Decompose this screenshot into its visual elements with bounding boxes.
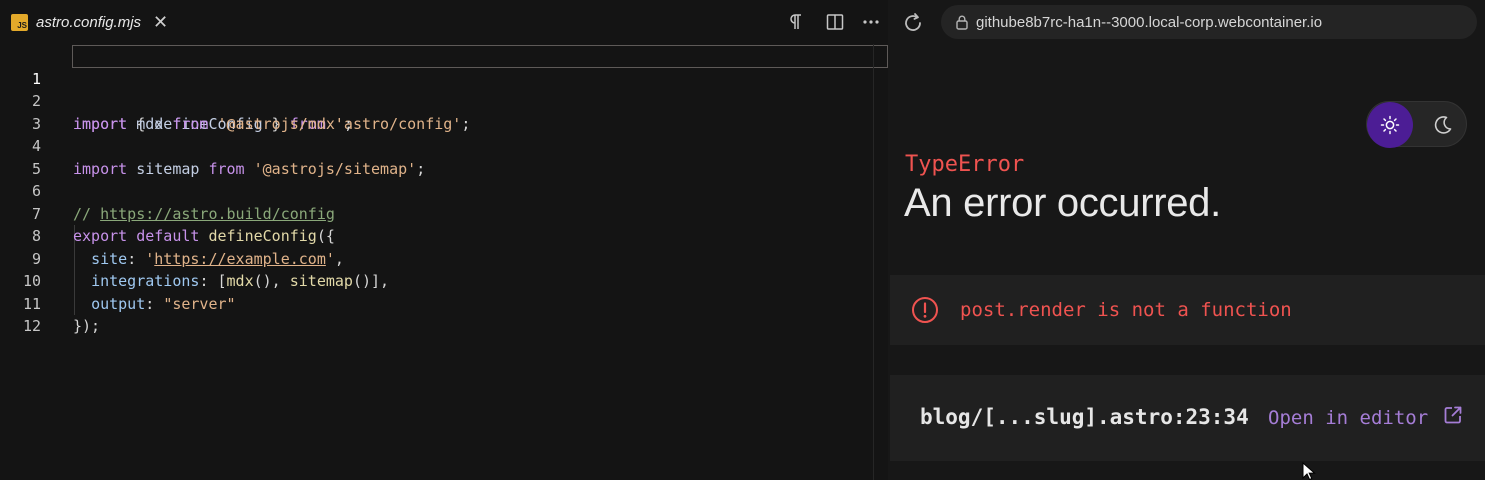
reload-icon[interactable] [901,11,925,35]
open-in-editor-link[interactable]: Open in editor [1268,407,1428,429]
error-location: blog/[...slug].astro:23:34 [920,405,1249,429]
tab-title: astro.config.mjs [36,13,142,31]
code-editor: JS astro.config.mjs ✕ 1 import { defineC… [0,0,888,480]
javascript-file-icon: JS [11,13,28,31]
code-line[interactable]: 9 integrations: [mdx(), sitemap()], [0,225,888,291]
code-line[interactable]: 2 import mdx from '@astrojs/mdx'; [0,68,888,133]
code-line[interactable]: 11 }); [0,270,888,336]
code-line[interactable]: 10 output: "server" [0,248,888,313]
code-line[interactable]: 6 // https://astro.build/config [0,158,888,223]
lock-icon [954,14,970,30]
code-token: }); [73,317,101,335]
paragraph-icon[interactable] [784,11,806,33]
current-line-highlight [72,45,888,68]
code-line[interactable]: 1 import { defineConfig } from 'astro/co… [0,45,888,133]
error-location-box: blog/[...slug].astro:23:34 Open in edito… [890,375,1485,461]
address-url[interactable]: githube8b7rc-ha1n--3000.local-corp.webco… [976,14,1322,31]
sun-icon[interactable] [1367,102,1413,148]
code-line[interactable]: 4 import sitemap from '@astrojs/sitemap'… [0,113,888,178]
code-line[interactable]: 5 [0,135,888,178]
editor-tab-bar: JS astro.config.mjs ✕ [0,0,888,44]
error-message-box: post.render is not a function [890,275,1485,345]
tab-astro-config[interactable]: JS astro.config.mjs ✕ [0,0,180,44]
close-icon[interactable]: ✕ [153,13,168,31]
error-title: An error occurred. [904,181,1221,225]
code-line[interactable]: 7 export default defineConfig({ [0,180,888,246]
error-circle-icon [911,296,939,324]
line-number: 12 [22,317,41,335]
code-line[interactable]: 8 site: 'https://example.com', [0,203,888,268]
error-message: post.render is not a function [960,299,1292,321]
more-icon[interactable] [860,11,882,33]
code-line[interactable]: 12 [0,293,888,335]
moon-icon[interactable] [1431,113,1455,137]
error-type: TypeError [905,152,1025,177]
mouse-cursor-icon [1302,461,1316,480]
external-link-icon[interactable] [1443,405,1463,425]
pane-divider[interactable] [873,44,874,480]
code-line[interactable]: 3 [0,90,888,133]
split-editor-icon[interactable] [824,11,846,33]
theme-toggle[interactable] [1366,101,1467,148]
code-area[interactable]: 1 import { defineConfig } from 'astro/co… [0,45,888,336]
address-bar[interactable]: githube8b7rc-ha1n--3000.local-corp.webco… [941,5,1477,39]
